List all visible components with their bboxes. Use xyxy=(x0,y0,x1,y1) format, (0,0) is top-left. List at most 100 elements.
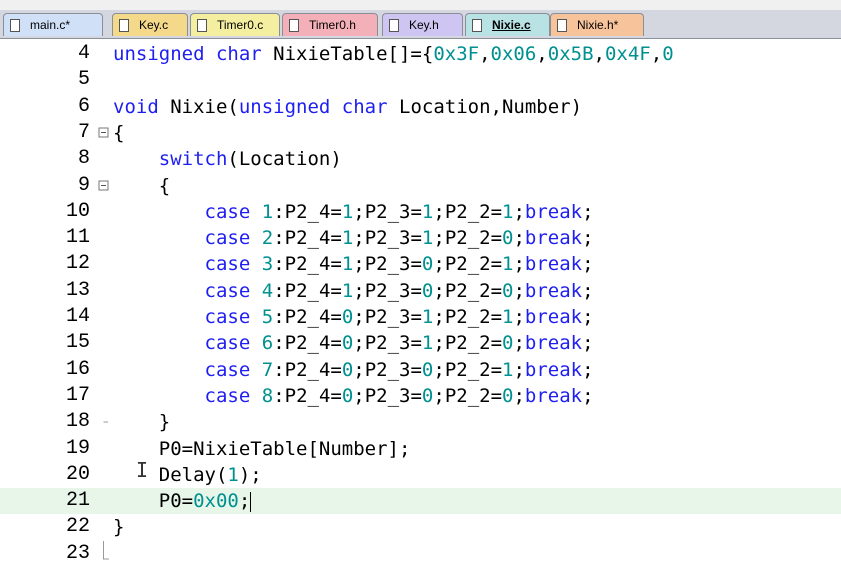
code-text[interactable]: void Nixie(unsigned char Location,Number… xyxy=(113,94,582,120)
code-line[interactable]: 20 Delay(1); xyxy=(0,462,841,488)
code-token: ; xyxy=(513,253,525,276)
code-token: ; xyxy=(513,306,525,328)
code-line[interactable]: 15 case 6:P2_4=0;P2_3=1;P2_2=0;break; xyxy=(0,330,841,356)
code-line[interactable]: 14 case 5:P2_4=0;P2_3=1;P2_2=1;break; xyxy=(0,304,841,330)
code-text[interactable]: case 5:P2_4=0;P2_3=1;P2_2=1;break; xyxy=(113,304,594,330)
code-token: ; xyxy=(513,279,525,302)
code-line[interactable]: 5 xyxy=(0,67,841,93)
tab-key-c[interactable]: Key.c xyxy=(112,13,188,36)
code-token: ; xyxy=(513,384,525,407)
number-token: 0 xyxy=(421,253,434,276)
code-token: ;P2_3= xyxy=(353,306,422,328)
number-token: 0 xyxy=(341,306,354,328)
code-token: ; xyxy=(582,358,594,381)
code-line[interactable]: 10 case 1:P2_4=1;P2_3=1;P2_2=1;break; xyxy=(0,199,841,225)
code-text[interactable]: case 7:P2_4=0;P2_3=0;P2_2=1;break; xyxy=(113,357,594,383)
code-line[interactable]: 22} xyxy=(0,514,841,540)
code-line[interactable]: 8 switch(Location) xyxy=(0,146,841,172)
code-token: :P2_4= xyxy=(273,200,342,223)
code-line[interactable]: 13 case 4:P2_4=1;P2_3=0;P2_2=0;break; xyxy=(0,278,841,304)
code-text[interactable]: case 8:P2_4=0;P2_3=0;P2_2=0;break; xyxy=(113,383,594,409)
code-text[interactable]: P0=0x00; xyxy=(113,488,252,514)
line-number: 13 xyxy=(65,278,90,302)
line-number: 6 xyxy=(77,94,90,118)
keyword-token: break xyxy=(524,306,583,328)
line-number: 18 xyxy=(65,410,90,434)
code-text[interactable]: case 2:P2_4=1;P2_3=1;P2_2=0;break; xyxy=(113,225,594,251)
code-token: , xyxy=(593,43,605,65)
code-text[interactable]: P0=NixieTable[Number]; xyxy=(113,436,411,462)
number-token: 1 xyxy=(341,200,354,223)
keyword-token: void xyxy=(113,95,159,118)
code-text[interactable]: case 4:P2_4=1;P2_3=0;P2_2=0;break; xyxy=(113,278,594,304)
code-text[interactable]: unsigned char NixieTable[]={0x3F,0x06,0x… xyxy=(113,41,674,67)
number-token: 8 xyxy=(261,384,274,407)
line-number: 21 xyxy=(65,489,90,513)
code-text[interactable]: } xyxy=(113,514,124,540)
code-token: ; xyxy=(513,200,525,223)
code-line[interactable]: 11 case 2:P2_4=1;P2_3=1;P2_2=0;break; xyxy=(0,225,841,251)
code-text[interactable]: switch(Location) xyxy=(113,146,342,172)
code-line[interactable]: 7{ xyxy=(0,120,841,146)
code-token: :P2_4= xyxy=(273,253,342,276)
code-text[interactable]: case 6:P2_4=0;P2_3=1;P2_2=0;break; xyxy=(113,330,594,356)
code-text[interactable]: } xyxy=(113,409,170,435)
code-text[interactable]: case 3:P2_4=1;P2_3=0;P2_2=1;break; xyxy=(113,251,594,277)
keyword-token: switch xyxy=(158,148,228,171)
file-icon xyxy=(119,18,129,32)
code-token: ; xyxy=(513,332,525,355)
keyword-token: case xyxy=(204,306,251,328)
code-text[interactable]: { xyxy=(113,173,170,199)
tab-main-c[interactable]: main.c* xyxy=(3,13,103,36)
number-token: 0 xyxy=(421,384,434,407)
fold-collapse-icon[interactable] xyxy=(97,120,111,146)
keyword-token: case xyxy=(204,332,251,355)
code-line[interactable]: 12 case 3:P2_4=1;P2_3=0;P2_2=1;break; xyxy=(0,251,841,277)
code-token: ;P2_2= xyxy=(433,200,503,223)
fold-collapse-icon[interactable] xyxy=(97,173,111,199)
code-line[interactable]: 6 void Nixie(unsigned char Location,Numbe… xyxy=(0,94,841,120)
code-line[interactable]: 23 xyxy=(0,540,841,567)
tab-label: Key.h xyxy=(409,18,439,32)
code-token: ;P2_3= xyxy=(353,227,422,250)
code-line[interactable]: 9 { xyxy=(0,173,841,199)
line-number: 20 xyxy=(65,462,90,486)
line-number: 23 xyxy=(65,541,90,565)
fold-end-marker-icon xyxy=(97,409,111,435)
code-line[interactable]: 21 P0=0x00; xyxy=(0,488,841,515)
keyword-token: case xyxy=(204,200,251,223)
tab-label: Timer0.c xyxy=(217,18,264,32)
tab-timer0-h[interactable]: Timer0.h xyxy=(282,13,378,36)
tab-timer0-c[interactable]: Timer0.c xyxy=(190,13,280,36)
line-number: 9 xyxy=(77,173,90,197)
tab-nixie-c[interactable]: Nixie.c xyxy=(465,13,550,36)
code-line[interactable]: 16 case 7:P2_4=0;P2_3=0;P2_2=1;break; xyxy=(0,357,841,383)
code-line[interactable]: 18 } xyxy=(0,409,841,435)
tab-key-h[interactable]: Key.h xyxy=(382,13,463,36)
number-token: 1 xyxy=(421,306,434,328)
number-token: 4 xyxy=(261,279,274,302)
code-text[interactable]: case 1:P2_4=1;P2_3=1;P2_2=1;break; xyxy=(113,199,594,225)
number-token: 0 xyxy=(341,384,354,407)
code-token: :P2_4= xyxy=(273,279,342,302)
code-token: ; xyxy=(582,279,594,302)
code-line[interactable]: 17 case 8:P2_4=0;P2_3=0;P2_2=0;break; xyxy=(0,383,841,409)
tab-nixie-h[interactable]: Nixie.h* xyxy=(550,13,644,36)
code-token: { xyxy=(113,174,171,197)
code-editor[interactable]: 4 unsigned char NixieTable[]={0x3F,0x06,0… xyxy=(0,39,841,565)
code-token: } xyxy=(113,411,171,434)
code-line[interactable]: 4 unsigned char NixieTable[]={0x3F,0x06,0… xyxy=(0,41,841,67)
code-text[interactable]: { xyxy=(113,120,124,146)
code-token: P0= xyxy=(113,490,194,513)
code-line[interactable]: 19 P0=NixieTable[Number]; xyxy=(0,436,841,462)
file-icon xyxy=(197,18,207,32)
number-token: 1 xyxy=(421,227,434,250)
code-token: ; xyxy=(582,332,594,355)
line-number: 4 xyxy=(77,42,90,65)
